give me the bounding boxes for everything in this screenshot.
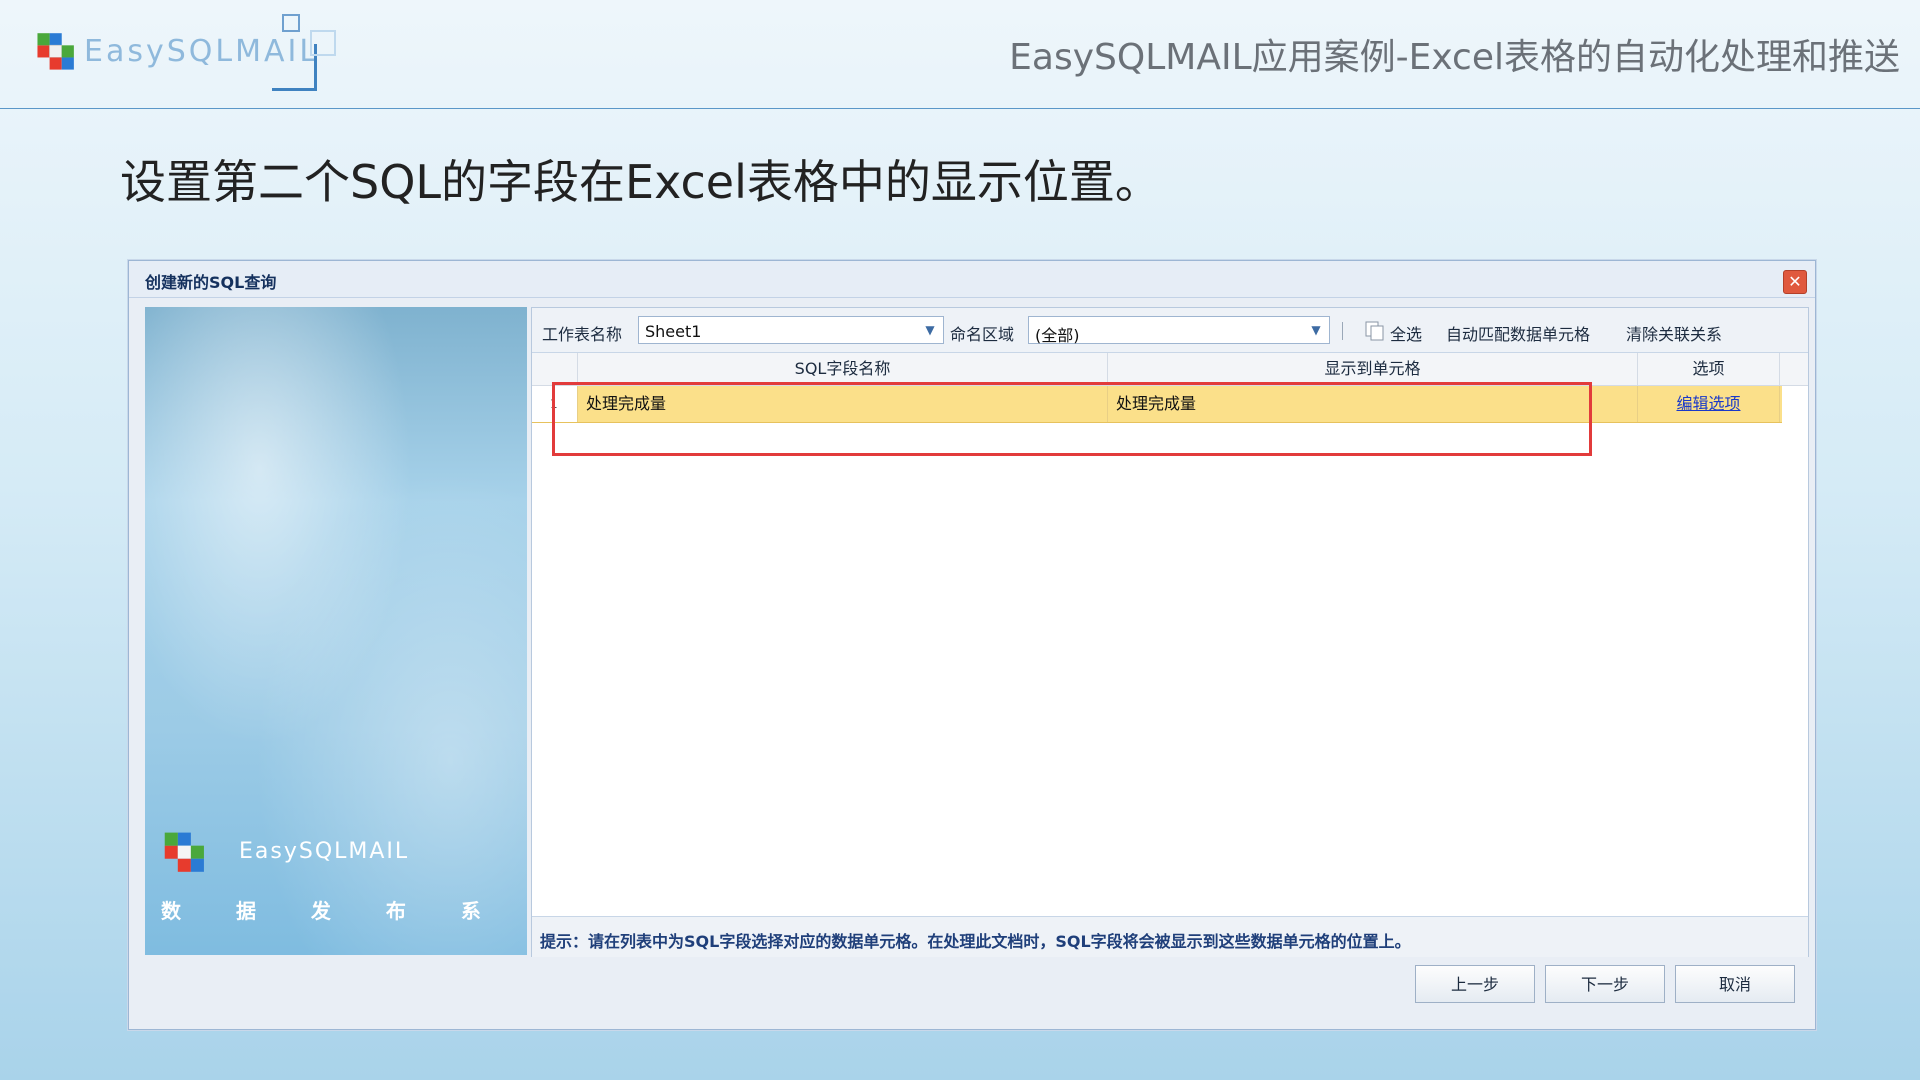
side-tagline: 数 据 发 布 系 统 <box>161 899 527 923</box>
grid-header-rownum <box>532 353 578 385</box>
named-range-label: 命名区域 <box>950 325 1015 344</box>
chevron-down-icon[interactable]: ▼ <box>1305 319 1327 341</box>
toolbar-separator <box>1342 322 1343 340</box>
side-brand-name: EasySQLMAIL <box>239 839 410 864</box>
edit-options-link[interactable]: 编辑选项 <box>1638 386 1780 422</box>
dialog-titlebar: 创建新的SQL查询 ✕ <box>129 261 1815 298</box>
sheet-name-select[interactable]: Sheet1 ▼ <box>638 316 944 344</box>
page-subtitle: 设置第二个SQL的字段在Excel表格中的显示位置。 <box>120 155 1161 209</box>
sheet-name-value: Sheet1 <box>645 322 702 341</box>
select-all-button[interactable]: 全选 <box>1390 321 1422 345</box>
slide-title: EasySQLMAIL应用案例-Excel表格的自动化处理和推送 <box>1009 37 1900 78</box>
cancel-button[interactable]: 取消 <box>1675 965 1795 1003</box>
grid-header-options[interactable]: 选项 <box>1638 353 1780 385</box>
hint-text: 提示：请在列表中为SQL字段选择对应的数据单元格。在处理此文档时，SQL字段将会… <box>540 932 1411 951</box>
named-range-select[interactable]: (全部) ▼ <box>1028 316 1330 345</box>
header-divider <box>0 108 1920 109</box>
auto-match-button[interactable]: 自动匹配数据单元格 <box>1446 321 1590 345</box>
dialog-footer: 上一步 下一步 取消 <box>145 959 1807 1017</box>
copy-icon[interactable] <box>1364 320 1386 342</box>
named-range-value: (全部) <box>1035 326 1080 345</box>
create-sql-query-dialog: 创建新的SQL查询 ✕ EasySQLMAIL 数 据 发 布 系 统 工作表名… <box>128 260 1816 1030</box>
sheet-name-label: 工作表名称 <box>542 325 623 344</box>
grid-header-target-cell[interactable]: 显示到单元格 <box>1108 353 1638 385</box>
dialog-title: 创建新的SQL查询 <box>145 273 277 292</box>
hint-bar: 提示：请在列表中为SQL字段选择对应的数据单元格。在处理此文档时，SQL字段将会… <box>532 916 1808 957</box>
prev-step-button[interactable]: 上一步 <box>1415 965 1535 1003</box>
logo-decor-square-light <box>310 30 336 56</box>
clear-links-button[interactable]: 清除关联关系 <box>1626 321 1722 345</box>
next-step-button[interactable]: 下一步 <box>1545 965 1665 1003</box>
close-icon[interactable]: ✕ <box>1783 270 1807 294</box>
mapping-toolbar: 工作表名称 Sheet1 ▼ 命名区域 (全部) ▼ 全选 自动匹配数据单元格 … <box>532 308 1808 353</box>
brand-cubes-icon <box>164 832 204 872</box>
highlight-annotation-box <box>552 382 1592 456</box>
grid-header-sql-field[interactable]: SQL字段名称 <box>578 353 1108 385</box>
chevron-down-icon[interactable]: ▼ <box>919 319 941 341</box>
logo-decor-square <box>282 14 300 32</box>
logo-cubes-icon <box>37 33 74 70</box>
side-banner: EasySQLMAIL 数 据 发 布 系 统 <box>145 307 527 955</box>
